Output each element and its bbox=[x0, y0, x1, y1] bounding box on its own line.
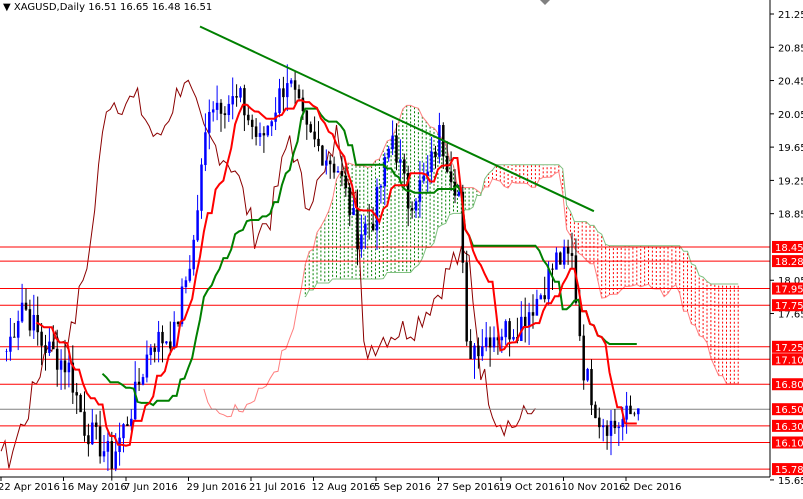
y-tick-label: 18.85 bbox=[778, 210, 803, 221]
price-level-label: 18.28 bbox=[775, 257, 803, 268]
symbol-label: XAGUSD,Daily bbox=[13, 2, 86, 13]
price-level-label: 17.10 bbox=[775, 355, 803, 366]
x-tick-label: 19 Oct 2016 bbox=[499, 482, 561, 493]
y-tick-label: 21.25 bbox=[778, 10, 803, 21]
x-tick-label: 27 Sep 2016 bbox=[437, 482, 500, 493]
y-tick-label: 19.65 bbox=[778, 143, 803, 154]
x-tick-label: 2 Dec 2016 bbox=[624, 482, 682, 493]
price-level-label: 17.75 bbox=[775, 301, 803, 312]
price-level-label: 15.78 bbox=[775, 465, 803, 476]
ohlc-values: 16.51 16.65 16.48 16.51 bbox=[88, 2, 213, 13]
x-tick-label: 16 May 2016 bbox=[62, 482, 127, 493]
chart-window: ▼ XAGUSD,Daily 16.51 16.65 16.48 16.51 2… bbox=[0, 0, 803, 495]
x-tick-label: 10 Nov 2016 bbox=[562, 482, 626, 493]
ichimoku-cloud bbox=[304, 105, 739, 384]
y-tick-label: 20.45 bbox=[778, 77, 803, 88]
x-tick-label: 7 Jun 2016 bbox=[124, 482, 178, 493]
price-level-label: 16.10 bbox=[775, 438, 803, 449]
triangle-down-icon[interactable]: ▼ bbox=[3, 2, 11, 13]
price-level-label: 17.25 bbox=[775, 343, 803, 354]
shift-marker-icon bbox=[540, 0, 550, 5]
x-tick-label: 5 Sep 2016 bbox=[374, 482, 431, 493]
price-chart[interactable]: 21.2520.8520.4520.0519.6519.2518.8518.05… bbox=[0, 0, 803, 495]
candles bbox=[5, 64, 640, 481]
price-level-label: 16.30 bbox=[775, 422, 803, 433]
x-tick-label: 12 Aug 2016 bbox=[312, 482, 376, 493]
price-level-label: 17.95 bbox=[775, 285, 803, 296]
y-tick-label: 15.65 bbox=[778, 476, 803, 487]
x-tick-label: 29 Jun 2016 bbox=[187, 482, 247, 493]
price-level-label: 16.80 bbox=[775, 380, 803, 391]
x-tick-label: 21 Jul 2016 bbox=[249, 482, 306, 493]
price-level-label: 18.45 bbox=[775, 243, 803, 254]
chart-title: ▼ XAGUSD,Daily 16.51 16.65 16.48 16.51 bbox=[3, 2, 212, 13]
y-tick-label: 20.85 bbox=[778, 43, 803, 54]
trendline bbox=[199, 25, 595, 213]
senkou-span-b-line bbox=[304, 164, 739, 298]
y-tick-label: 20.05 bbox=[778, 110, 803, 121]
price-level-label: 16.50 bbox=[775, 405, 803, 416]
y-tick-label: 19.25 bbox=[778, 176, 803, 187]
x-tick-label: 22 Apr 2016 bbox=[0, 482, 60, 493]
